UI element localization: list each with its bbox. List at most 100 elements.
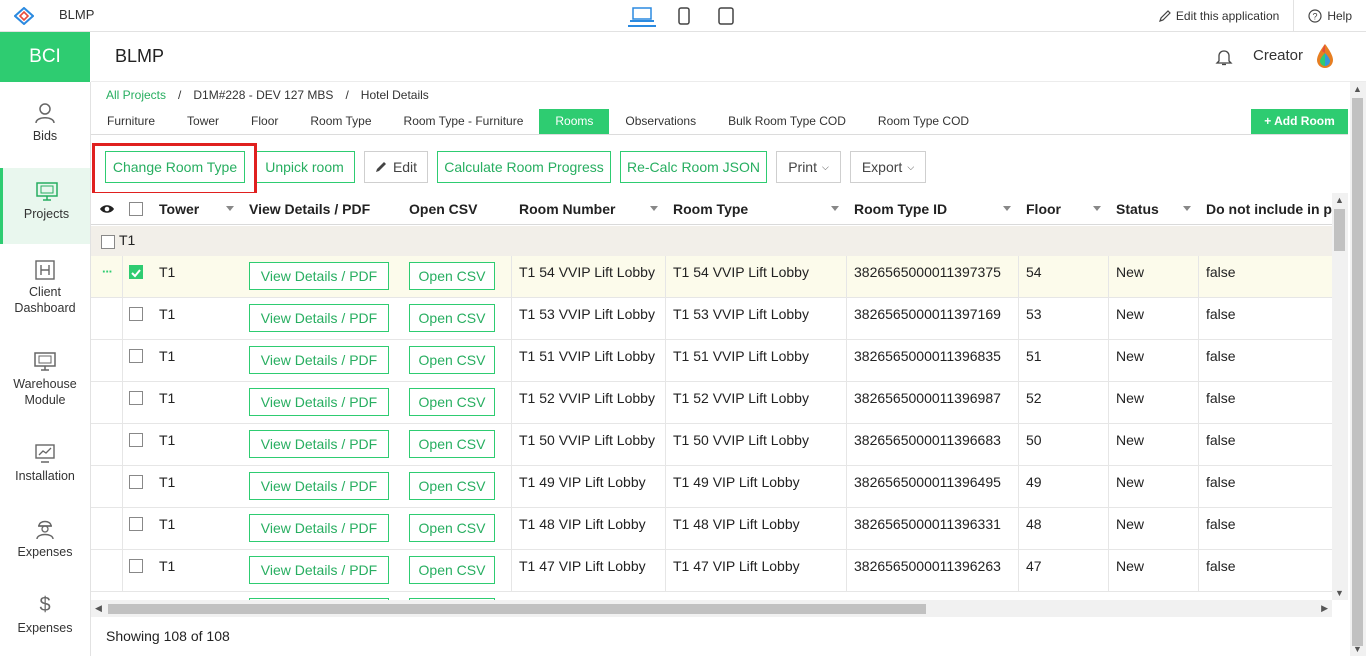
sidebar-item-warehouse[interactable]: Warehouse Module <box>0 352 90 408</box>
tab-observations[interactable]: Observations <box>609 109 712 134</box>
row-menu-icon[interactable]: ··· <box>102 264 113 279</box>
column-header-exclude[interactable]: Do not include in pe <box>1206 193 1332 225</box>
column-header-room-type[interactable]: Room Type <box>673 193 748 225</box>
horizontal-scrollbar[interactable]: ◀ ▶ <box>91 600 1332 617</box>
column-header-room-type-id[interactable]: Room Type ID <box>854 193 947 225</box>
sidebar-item-installation[interactable]: Installation <box>0 444 90 484</box>
sidebar-item-expenses-2[interactable]: $ Expenses <box>0 594 90 636</box>
page-vertical-scroll-thumb[interactable] <box>1352 98 1363 646</box>
phone-icon[interactable] <box>670 5 698 27</box>
row-checkbox[interactable] <box>129 391 143 405</box>
row-checkbox[interactable] <box>129 517 143 531</box>
table-row[interactable]: T1 View Details / PDF Open CSV T1 48 VIP Li… <box>91 508 1332 550</box>
breadcrumb-project[interactable]: D1M#228 - DEV 127 MBS <box>193 88 333 102</box>
row-checkbox[interactable] <box>129 433 143 447</box>
add-room-button[interactable]: + Add Room <box>1251 109 1348 134</box>
user-avatar-icon[interactable] <box>1315 43 1335 69</box>
table-row[interactable]: T1 View Details / PDF Open CSV T1 51 VVIP L… <box>91 340 1332 382</box>
sort-arrow-icon[interactable] <box>650 206 658 211</box>
row-checkbox[interactable] <box>129 307 143 321</box>
horizontal-scroll-thumb[interactable] <box>108 604 926 614</box>
edit-button[interactable]: Edit <box>364 151 428 183</box>
breadcrumb-all-projects[interactable]: All Projects <box>106 88 166 102</box>
unpick-room-button[interactable]: Unpick room <box>254 151 355 183</box>
scroll-down-icon[interactable]: ▼ <box>1353 644 1362 654</box>
group-checkbox[interactable] <box>101 235 115 249</box>
page-vertical-scrollbar[interactable]: ▲ ▼ <box>1350 82 1366 656</box>
scroll-up-icon[interactable]: ▲ <box>1353 84 1362 94</box>
grid-vertical-scrollbar[interactable]: ▲ ▼ <box>1332 193 1348 600</box>
open-csv-button[interactable]: Open CSV <box>409 556 495 584</box>
eye-icon[interactable] <box>99 203 115 215</box>
column-header-status[interactable]: Status <box>1116 193 1159 225</box>
app-logo-icon[interactable] <box>14 7 34 25</box>
view-details-button[interactable]: View Details / PDF <box>249 472 389 500</box>
tab-room-type-furniture[interactable]: Room Type - Furniture <box>388 109 540 134</box>
user-name[interactable]: Creator <box>1253 47 1303 64</box>
scroll-left-icon[interactable]: ◀ <box>95 603 102 614</box>
row-checkbox[interactable] <box>129 349 143 363</box>
group-row-t1[interactable]: T1 <box>91 226 1332 256</box>
tab-rooms[interactable]: Rooms <box>539 109 610 134</box>
scroll-right-icon[interactable]: ▶ <box>1321 603 1328 614</box>
open-csv-button[interactable]: Open CSV <box>409 472 495 500</box>
print-dropdown[interactable]: Print ⌵ <box>776 151 841 183</box>
export-dropdown[interactable]: Export ⌵ <box>850 151 926 183</box>
open-csv-button[interactable]: Open CSV <box>409 514 495 542</box>
tab-bulk-room-type-cod[interactable]: Bulk Room Type COD <box>712 109 862 134</box>
laptop-icon[interactable] <box>628 5 656 27</box>
sidebar-item-client-dashboard[interactable]: Client Dashboard <box>0 260 90 316</box>
table-row[interactable]: T1 View Details / PDF Open CSV T1 50 VVIP L… <box>91 424 1332 466</box>
edit-application-link[interactable]: Edit this application <box>1145 0 1293 31</box>
tablet-icon[interactable] <box>712 5 740 27</box>
row-checkbox[interactable] <box>129 265 143 279</box>
column-header-floor[interactable]: Floor <box>1026 193 1061 225</box>
column-header-open-csv[interactable]: Open CSV <box>409 193 477 225</box>
row-checkbox[interactable] <box>129 475 143 489</box>
sort-arrow-icon[interactable] <box>831 206 839 211</box>
open-csv-button[interactable]: Open CSV <box>409 388 495 416</box>
table-row[interactable]: T1 View Details / PDF Open CSV T1 49 VIP Li… <box>91 466 1332 508</box>
sort-arrow-icon[interactable] <box>1183 206 1191 211</box>
view-details-button[interactable]: View Details / PDF <box>249 388 389 416</box>
sidebar-item-bids[interactable]: Bids <box>0 102 90 144</box>
view-details-button[interactable]: View Details / PDF <box>249 556 389 584</box>
brand-logo[interactable]: BCI <box>0 32 90 82</box>
view-details-button[interactable]: View Details / PDF <box>249 346 389 374</box>
sort-arrow-icon[interactable] <box>1003 206 1011 211</box>
select-all-checkbox[interactable] <box>129 202 143 216</box>
open-csv-button[interactable]: Open CSV <box>409 304 495 332</box>
row-checkbox[interactable] <box>129 559 143 573</box>
table-row[interactable]: ··· T1 View Details / PDF Open CSV T1 54 VVI… <box>91 256 1332 298</box>
view-details-button[interactable]: View Details / PDF <box>249 304 389 332</box>
column-header-room-number[interactable]: Room Number <box>519 193 615 225</box>
sort-arrow-icon[interactable] <box>226 206 234 211</box>
scroll-down-icon[interactable]: ▼ <box>1335 588 1344 598</box>
column-header-view-details[interactable]: View Details / PDF <box>249 193 370 225</box>
column-header-tower[interactable]: Tower <box>159 193 199 225</box>
scroll-up-icon[interactable]: ▲ <box>1335 195 1344 205</box>
tab-tower[interactable]: Tower <box>171 109 235 134</box>
sidebar-item-projects[interactable]: Projects <box>0 168 90 244</box>
calculate-room-progress-button[interactable]: Calculate Room Progress <box>437 151 611 183</box>
tab-room-type[interactable]: Room Type <box>294 109 387 134</box>
view-details-button[interactable]: View Details / PDF <box>249 514 389 542</box>
table-row[interactable]: T1 View Details / PDF Open CSV T1 53 VVIP L… <box>91 298 1332 340</box>
sidebar-item-expenses-1[interactable]: Expenses <box>0 518 90 560</box>
grid-vertical-scroll-thumb[interactable] <box>1334 209 1345 251</box>
recalc-room-json-button[interactable]: Re-Calc Room JSON <box>620 151 767 183</box>
sort-arrow-icon[interactable] <box>1093 206 1101 211</box>
help-link[interactable]: ? Help <box>1293 0 1366 31</box>
tab-floor[interactable]: Floor <box>235 109 294 134</box>
tab-room-type-cod[interactable]: Room Type COD <box>862 109 985 134</box>
open-csv-button[interactable]: Open CSV <box>409 262 495 290</box>
bell-icon[interactable] <box>1215 48 1233 66</box>
tab-furniture[interactable]: Furniture <box>91 109 171 134</box>
view-details-button[interactable]: View Details / PDF <box>249 262 389 290</box>
table-row[interactable]: T1 View Details / PDF Open CSV T1 52 VVIP L… <box>91 382 1332 424</box>
view-details-button[interactable]: View Details / PDF <box>249 430 389 458</box>
open-csv-button[interactable]: Open CSV <box>409 430 495 458</box>
table-row[interactable]: T1 View Details / PDF Open CSV T1 47 VIP Li… <box>91 550 1332 592</box>
table-row-partial[interactable] <box>91 592 1332 600</box>
open-csv-button[interactable]: Open CSV <box>409 346 495 374</box>
